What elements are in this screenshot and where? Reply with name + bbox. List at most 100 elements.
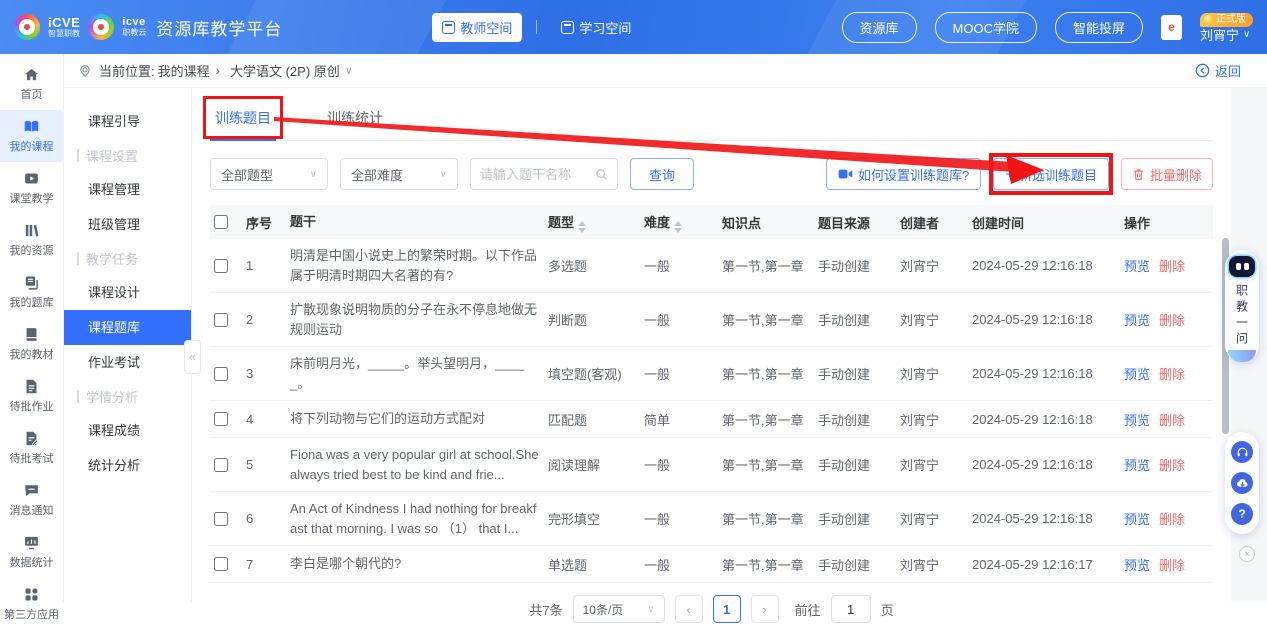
header-right: 资源库 MOOC学院 智能投屏 e 正式版 刘宵宁 ∨	[842, 12, 1253, 43]
medal-icon	[1204, 15, 1213, 24]
row-checkbox[interactable]	[214, 259, 228, 273]
delete-link[interactable]: 删除	[1159, 256, 1185, 275]
sidebar-item-course-management[interactable]: 课程管理	[64, 172, 191, 207]
preview-link[interactable]: 预览	[1124, 455, 1150, 474]
question-stem: 李白是哪个朝代的?	[290, 554, 548, 574]
breadcrumb-bar: 当前位置: 我的课程 › 大学语文 (2P) 原创 ∨ 返回	[64, 54, 1267, 88]
pagination: 共7条 10条/页 ∨ ‹ 1 › 前往 页	[210, 595, 1213, 623]
row-checkbox[interactable]	[214, 512, 228, 526]
teacher-space-button[interactable]: 教师空间	[432, 13, 522, 42]
breadcrumb-course[interactable]: 大学语文 (2P) 原创	[230, 61, 340, 80]
user-menu[interactable]: 刘宵宁 ∨	[1200, 29, 1250, 42]
query-button[interactable]: 查询	[630, 158, 694, 190]
sidebar-item-course-grades[interactable]: 课程成绩	[64, 413, 191, 448]
tab-training-statistics[interactable]: 训练统计	[322, 100, 388, 140]
exam-pencil-icon	[23, 430, 40, 447]
sidebar-item-homework-exams[interactable]: 作业考试	[64, 345, 191, 380]
back-button[interactable]: 返回	[1195, 61, 1241, 80]
batch-delete-button[interactable]: 批量删除	[1121, 158, 1213, 190]
delete-link[interactable]: 删除	[1159, 410, 1185, 429]
goto-page-input[interactable]	[831, 595, 871, 623]
rail-item-my-question-bank[interactable]: 我的题库	[0, 266, 63, 318]
rail-item-my-resources[interactable]: 我的资源	[0, 214, 63, 266]
app-title: 资源库教学平台	[156, 15, 282, 40]
resource-library-button[interactable]: 资源库	[842, 12, 917, 43]
logo-secondary-name: icve	[122, 17, 146, 29]
rail-item-notifications[interactable]: 消息通知	[0, 474, 63, 526]
rail-item-data-statistics[interactable]: 数据统计	[0, 526, 63, 578]
add-training-questions-button[interactable]: + 新选训练题目	[993, 158, 1109, 190]
space-switcher: 教师空间 学习空间	[432, 13, 641, 42]
select-all-checkbox[interactable]	[214, 215, 228, 229]
sidebar-item-course-question-bank[interactable]: 课程题库	[64, 310, 191, 345]
rail-item-pending-homework[interactable]: 待批作业	[0, 370, 63, 422]
goto-label: 前往	[795, 600, 821, 619]
preview-link[interactable]: 预览	[1124, 509, 1150, 528]
delete-link[interactable]: 删除	[1159, 455, 1185, 474]
rail-item-third-party-apps[interactable]: 第三方应用	[0, 578, 63, 630]
doc-shortcut-icon[interactable]: e	[1161, 15, 1182, 40]
row-checkbox[interactable]	[214, 458, 228, 472]
mooc-college-button[interactable]: MOOC学院	[935, 12, 1037, 43]
sort-icon[interactable]	[674, 221, 682, 233]
textbook-icon	[23, 326, 40, 343]
next-page-button[interactable]: ›	[751, 595, 779, 623]
row-checkbox[interactable]	[214, 367, 228, 381]
delete-link[interactable]: 删除	[1159, 364, 1185, 383]
question-stem: 将下列动物与它们的运动方式配对	[290, 409, 548, 429]
rail-item-home[interactable]: 首页	[0, 58, 63, 110]
total-count: 共7条	[529, 600, 562, 619]
logo-primary-name: iCVE	[48, 16, 80, 30]
page-size-select[interactable]: 10条/页 ∨	[573, 595, 665, 623]
delete-link[interactable]: 删除	[1159, 555, 1185, 574]
rail-item-my-courses[interactable]: 我的课程	[0, 110, 63, 162]
col-creator: 创建者	[900, 213, 972, 232]
course-sidebar: 课程引导 课程设置 课程管理 班级管理 教学任务 课程设计 课程题库 作业考试 …	[64, 88, 192, 602]
help-setup-button[interactable]: 如何设置训练题库?	[826, 158, 981, 190]
filter-toolbar: 全部题型 ∨ 全部难度 ∨ 查询 如何设置训练题库? + 新选训练题目 批量删除	[210, 158, 1213, 190]
rail-item-my-textbooks[interactable]: 我的教材	[0, 318, 63, 370]
stem-search-input[interactable]	[480, 167, 590, 182]
stem-search-box	[470, 158, 618, 190]
delete-link[interactable]: 删除	[1159, 509, 1185, 528]
learning-space-button[interactable]: 学习空间	[551, 13, 641, 42]
rail-item-classroom-teaching[interactable]: 课堂教学	[0, 162, 63, 214]
help-button[interactable]: ?	[1231, 503, 1253, 525]
preview-link[interactable]: 预览	[1124, 410, 1150, 429]
prev-page-button[interactable]: ‹	[675, 595, 703, 623]
close-floating-icon[interactable]: ×	[1239, 546, 1255, 562]
main-content: 训练题目 训练统计 全部题型 ∨ 全部难度 ∨ 查询 如何设置训练题库? + 新…	[192, 88, 1231, 602]
delete-link[interactable]: 删除	[1159, 310, 1185, 329]
customer-service-button[interactable]	[1231, 441, 1253, 463]
download-button[interactable]	[1231, 472, 1253, 494]
col-type[interactable]: 题型	[548, 212, 644, 233]
smart-cast-button[interactable]: 智能投屏	[1055, 12, 1143, 43]
difficulty-select[interactable]: 全部难度 ∨	[340, 158, 458, 190]
sidebar-item-class-management[interactable]: 班级管理	[64, 207, 191, 242]
search-icon[interactable]	[595, 168, 608, 181]
sidebar-item-course-guide[interactable]: 课程引导	[64, 104, 191, 139]
row-checkbox[interactable]	[214, 313, 228, 327]
rail-item-pending-exams[interactable]: 待批考试	[0, 422, 63, 474]
course-chevron-down-icon[interactable]: ∨	[345, 64, 353, 77]
sort-icon[interactable]	[578, 221, 586, 233]
col-difficulty[interactable]: 难度	[644, 212, 722, 233]
preview-link[interactable]: 预览	[1124, 256, 1150, 275]
tab-training-questions[interactable]: 训练题目	[210, 100, 276, 141]
question-type-select[interactable]: 全部题型 ∨	[210, 158, 328, 190]
current-page[interactable]: 1	[713, 595, 741, 623]
assistant-widget[interactable]: 职教一问	[1225, 250, 1259, 362]
row-checkbox[interactable]	[214, 412, 228, 426]
row-checkbox[interactable]	[214, 557, 228, 571]
preview-link[interactable]: 预览	[1124, 364, 1150, 383]
sidebar-item-course-design[interactable]: 课程设计	[64, 275, 191, 310]
preview-link[interactable]: 预览	[1124, 555, 1150, 574]
sidebar-item-statistical-analysis[interactable]: 统计分析	[64, 448, 191, 483]
top-header: iCVE 智慧职教 icve 职教云 资源库教学平台 教师空间 学习空间 资源库…	[0, 0, 1267, 54]
breadcrumb-separator: ›	[216, 63, 220, 78]
breadcrumb-root[interactable]: 我的课程	[158, 61, 210, 80]
sidebar-section-learning-analysis: 学情分析	[64, 380, 191, 413]
preview-link[interactable]: 预览	[1124, 310, 1150, 329]
sidebar-collapse-handle[interactable]: «	[184, 340, 201, 374]
robot-icon	[1229, 256, 1255, 277]
